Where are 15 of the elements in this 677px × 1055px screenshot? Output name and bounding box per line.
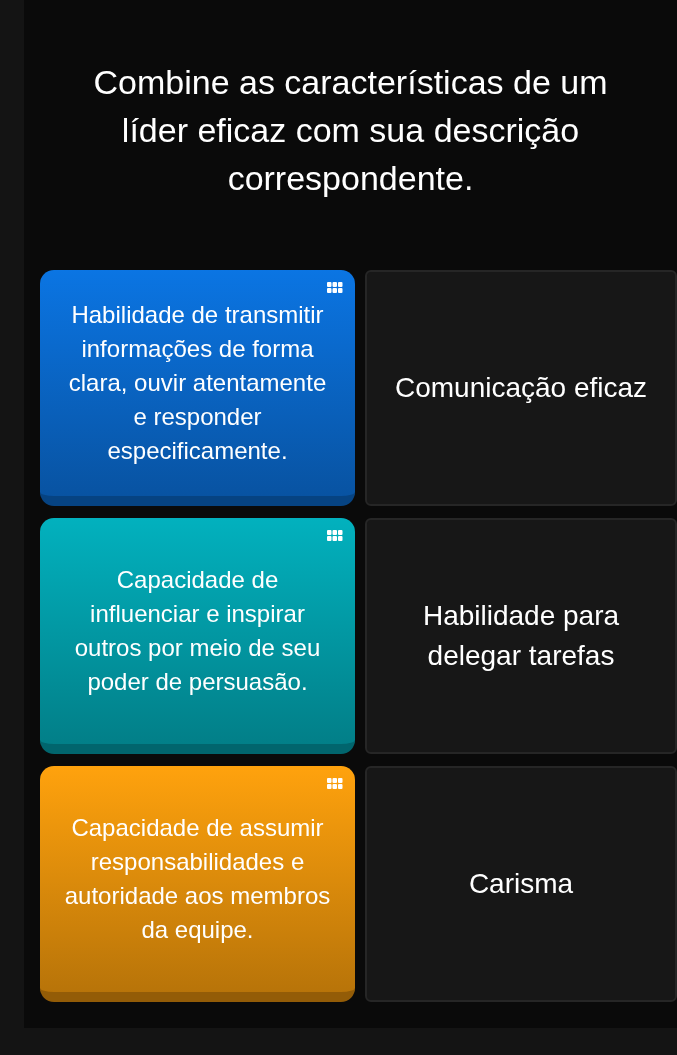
card-text: Capacidade de influenciar e inspirar outros por meio de seu poder de persuasão.: [73, 565, 322, 697]
target-text: Carisma: [468, 867, 574, 901]
draggable-card[interactable]: Capacidade de influenciar e inspirar outros por meio de seu poder de persuasão.: [40, 518, 355, 754]
card-text: Habilidade de transmitir informações de forma clara, ouvir atentamente e responder especificamente.: [67, 300, 328, 466]
question-text: Combine as características de um líder eficaz com sua descrição correspondente.: [92, 62, 609, 199]
drag-handle-icon[interactable]: [327, 282, 343, 294]
draggable-card[interactable]: Habilidade de transmitir informações de forma clara, ouvir atentamente e responder especificamente.: [40, 270, 355, 506]
target-text: Comunicação eficaz: [394, 371, 648, 405]
drag-handle-icon[interactable]: [327, 530, 343, 542]
drag-handle-icon[interactable]: [327, 778, 343, 790]
drop-target[interactable]: Carisma: [365, 766, 677, 1002]
drop-target[interactable]: Habilidade para delegar tarefas: [365, 518, 677, 754]
card-text: Capacidade de assumir responsabilidades e autoridade aos membros da equipe.: [64, 813, 331, 945]
target-text: Habilidade para delegar tarefas: [421, 599, 621, 673]
drop-target[interactable]: Comunicação eficaz: [365, 270, 677, 506]
